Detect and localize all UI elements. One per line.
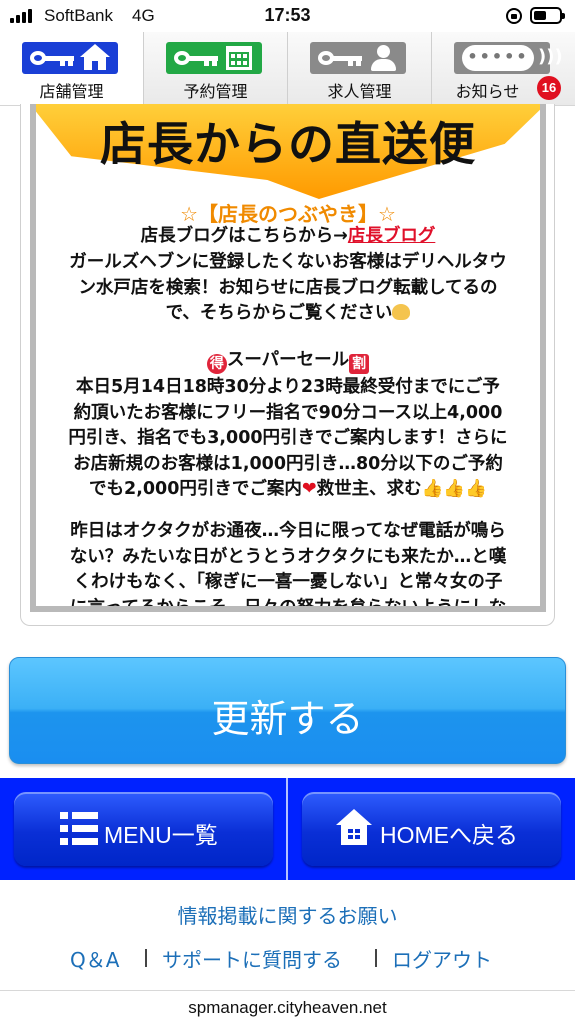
text-line: で、そちらからご覧ください [50, 301, 526, 327]
key-calendar-icon [166, 42, 262, 74]
post-paragraph-2: 本日5月14日18時30分より23時最終受付までにご予 約頂いたお客様にフリー指… [50, 375, 526, 503]
support-link[interactable]: サポートに質問する [162, 944, 342, 973]
status-time: 17:53 [264, 5, 311, 25]
blog-link-prefix: 店長ブログはこちらから→ [140, 226, 348, 246]
text-line: 昨日はオクタクがお通夜…今日に限ってなぜ電話が鳴ら [70, 521, 506, 541]
update-button[interactable]: 更新する [9, 657, 566, 764]
text-line: ガールズヘブンに登録したくないお客様はデリヘルタウ [69, 252, 507, 272]
toku-mark-icon: 得 [206, 354, 227, 374]
site-domain: spmanager.cityheaven.net [188, 998, 387, 1017]
heart-emoji-icon: ❤ [301, 479, 317, 499]
text-line: くわけもなく、「稼ぎに一喜一憂しない」と常々女の子 [73, 572, 503, 592]
list-menu-icon [60, 812, 98, 846]
text-line: ない？みたいな日がとうとうオクタクにも来たか…と嘆 [69, 546, 507, 567]
footer-divider [0, 990, 575, 991]
wari-mark-icon: 割 [349, 354, 370, 374]
tab-label: お知らせ [455, 82, 520, 101]
footer-separator [375, 949, 377, 967]
blog-link[interactable]: 店長ブログ [348, 226, 436, 246]
info-request-link[interactable]: 情報掲載に関するお願い [0, 900, 575, 929]
tab-label: 予約管理 [183, 82, 248, 101]
tab-notices[interactable]: ••••• ))) お知らせ 16 [432, 32, 575, 105]
battery-icon [530, 7, 565, 24]
post-heading: ☆【店長のつぶやき】☆ [180, 202, 396, 226]
key-home-icon [22, 42, 118, 74]
orientation-lock-icon [506, 8, 522, 24]
text-line: 約頂いたお客様にフリー指名で90分コース以上4,000 [73, 402, 503, 423]
post-paragraph-1: ガールズヘブンに登録したくないお客様はデリヘルタウ ン水戸店を検索！お知らせに店… [50, 250, 526, 327]
blog-link-line: 店長ブログはこちらから→店長ブログ [50, 224, 526, 250]
praying-face-emoji-icon [392, 304, 411, 320]
tab-reservation-management[interactable]: 予約管理 [144, 32, 288, 105]
nav-divider [286, 778, 288, 880]
tab-store-management[interactable]: 店舗管理 [0, 32, 144, 105]
tab-label: 店舗管理 [39, 82, 104, 101]
post-scroll-area[interactable]: 店長からの直送便 ☆【店長のつぶやき】☆ 店長ブログはこちらから→店長ブログ ガ… [30, 104, 546, 612]
home-label: HOMEへ戻る [380, 822, 518, 848]
update-button-label: 更新する [211, 697, 364, 741]
key-person-icon [310, 42, 406, 74]
menu-list-button[interactable]: MENU一覧 [14, 792, 273, 866]
bottom-nav-bar: MENU一覧 HOMEへ戻る [0, 778, 575, 880]
home-icon [336, 809, 372, 847]
text-line: 円引き、指名でも3,000円引きでご案内します！さらに [68, 428, 508, 448]
logout-link[interactable]: ログアウト [392, 944, 492, 973]
menu-list-label: MENU一覧 [104, 822, 218, 848]
tab-recruit-management[interactable]: 求人管理 [288, 32, 432, 105]
banner-title: 店長からの直送便 [100, 117, 476, 171]
tab-label: 求人管理 [327, 82, 392, 101]
post-paragraph-3: 昨日はオクタクがお通夜…今日に限ってなぜ電話が鳴ら ない？みたいな日がとうとうオ… [50, 519, 526, 612]
speech-bubble-icon: ••••• ))) [454, 42, 563, 74]
footer-separator [145, 949, 147, 967]
text-line: ン水戸店を検索！お知らせに店長ブログ転載してるの [78, 277, 498, 298]
manager-post-card: 店長からの直送便 ☆【店長のつぶやき】☆ 店長ブログはこちらから→店長ブログ ガ… [20, 104, 555, 626]
sale-title-line: 得スーパーセール割 [50, 348, 526, 374]
sale-title: スーパーセール [226, 350, 350, 370]
text-line: お店新規のお客様は1,000円引き…80分以下のご予約 [73, 453, 503, 474]
status-bar: SoftBank 4G 17:53 [0, 0, 575, 32]
qa-link[interactable]: Q＆A [70, 944, 119, 973]
post-banner: 店長からの直送便 [36, 104, 540, 199]
home-button[interactable]: HOMEへ戻る [302, 792, 561, 866]
notification-badge: 16 [537, 76, 561, 100]
text-line: 本日5月14日18時30分より23時最終受付までにご予 [76, 377, 500, 397]
top-tab-bar: 店舗管理 予約管理 求人管理 ••••• ))) お知らせ 16 [0, 32, 575, 106]
text-line: に言ってるからこそ、日々の努力を怠らないようにしな [69, 597, 507, 612]
text-line: でも2,000円引きでご案内❤救世主、求む👍👍👍 [89, 479, 487, 499]
thumbs-up-emoji-icon: 👍👍👍 [421, 479, 487, 499]
